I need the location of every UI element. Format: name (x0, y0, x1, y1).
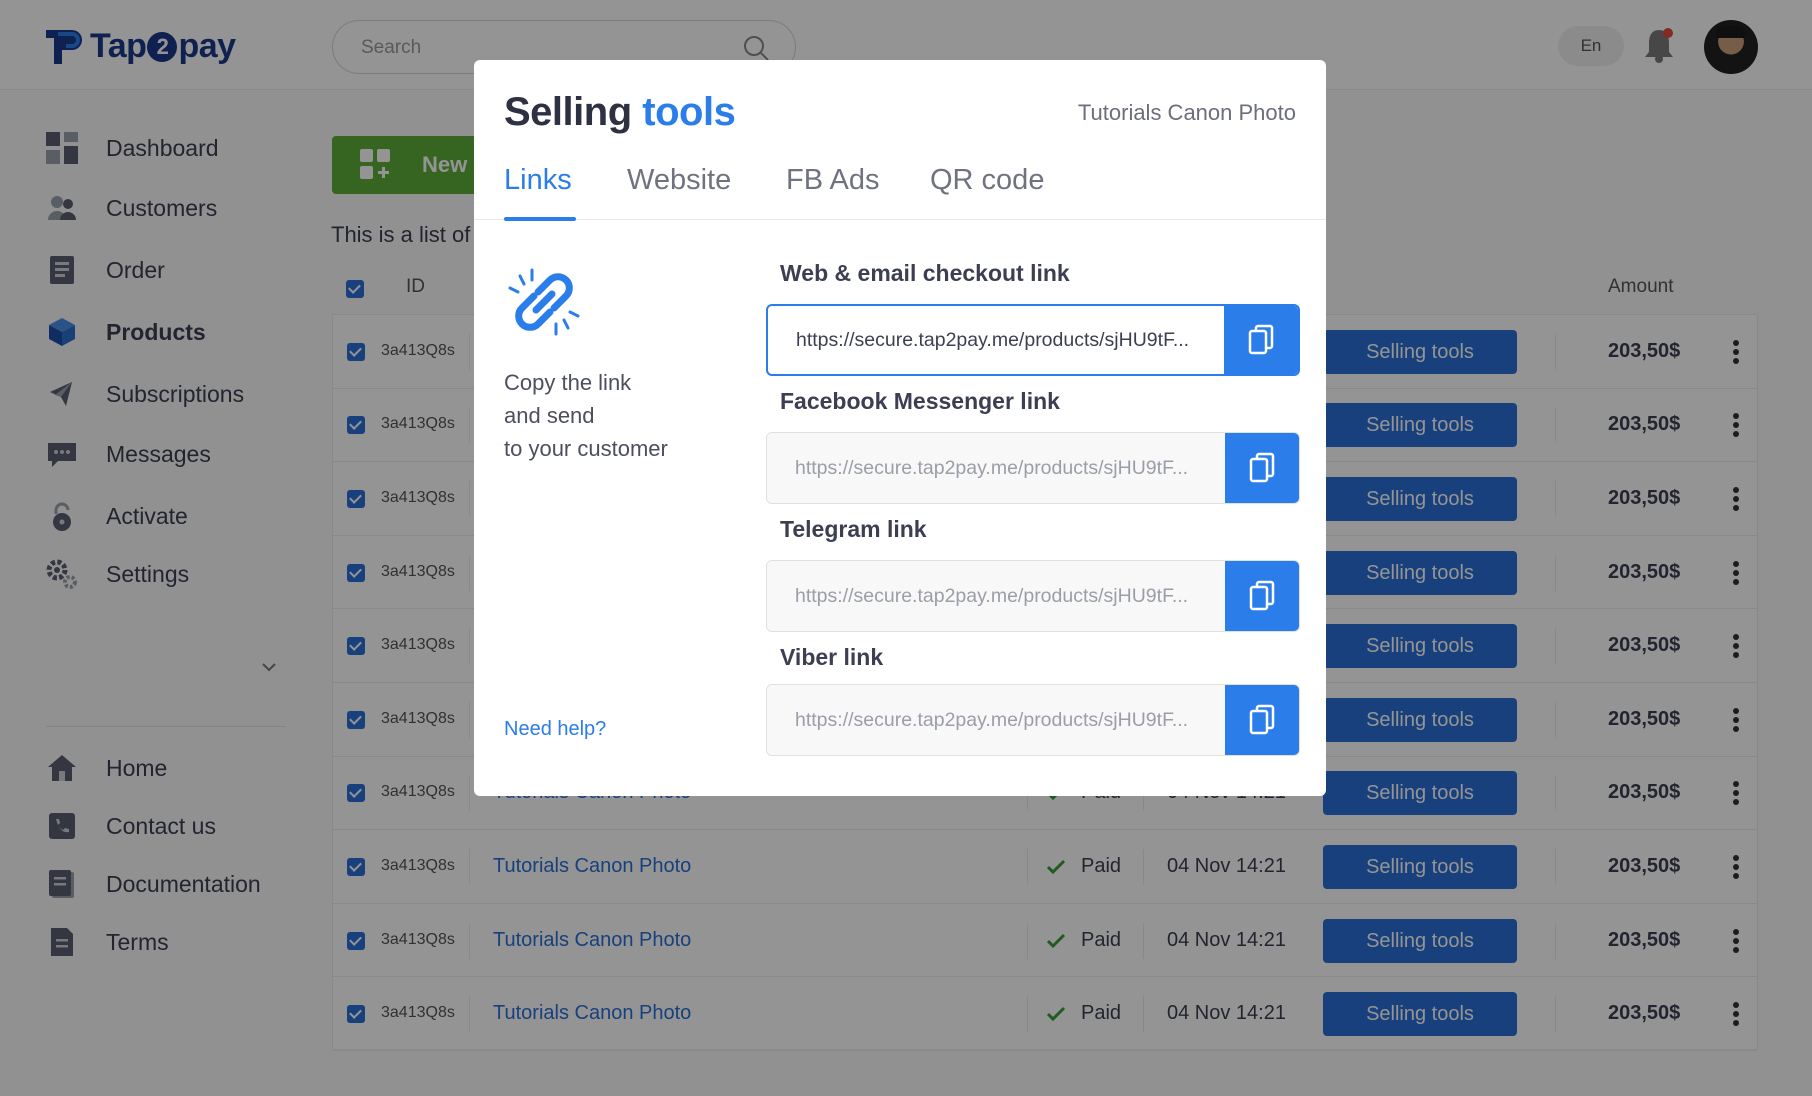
copy-button[interactable] (1225, 561, 1299, 631)
selling-tools-modal: Selling tools Tutorials Canon Photo Link… (474, 60, 1326, 796)
need-help-link[interactable]: Need help? (504, 718, 606, 741)
link-icon (508, 268, 580, 336)
facebook-messenger-link-field (766, 432, 1300, 504)
copy-icon (1248, 324, 1274, 355)
telegram-link-field (766, 560, 1300, 632)
copy-hint: Copy the link and send to your customer (504, 370, 668, 461)
viber-link-input[interactable] (767, 685, 1227, 755)
tab-website[interactable]: Website (627, 164, 731, 220)
web-email-link-input[interactable] (768, 306, 1228, 374)
web-email-link-label: Web & email checkout link (780, 260, 1070, 286)
copy-button[interactable] (1224, 306, 1298, 374)
facebook-messenger-link-input[interactable] (767, 433, 1227, 503)
modal-product-name: Tutorials Canon Photo (1077, 100, 1296, 125)
tab-links[interactable]: Links (504, 164, 576, 221)
copy-icon (1249, 704, 1275, 735)
copy-icon (1249, 580, 1275, 611)
tab-fb-ads[interactable]: FB Ads (786, 164, 880, 220)
web-email-link-field (766, 304, 1300, 376)
modal-title: Selling tools (504, 90, 736, 134)
modal-tabs: Links Website FB Ads QR code (474, 164, 1326, 221)
copy-button[interactable] (1225, 433, 1299, 503)
telegram-link-label: Telegram link (780, 516, 927, 542)
viber-link-field (766, 684, 1300, 756)
telegram-link-input[interactable] (767, 561, 1227, 631)
tab-qr-code[interactable]: QR code (930, 164, 1044, 220)
copy-button[interactable] (1225, 685, 1299, 755)
facebook-messenger-link-label: Facebook Messenger link (780, 388, 1060, 414)
copy-icon (1249, 452, 1275, 483)
viber-link-label: Viber link (780, 644, 884, 670)
